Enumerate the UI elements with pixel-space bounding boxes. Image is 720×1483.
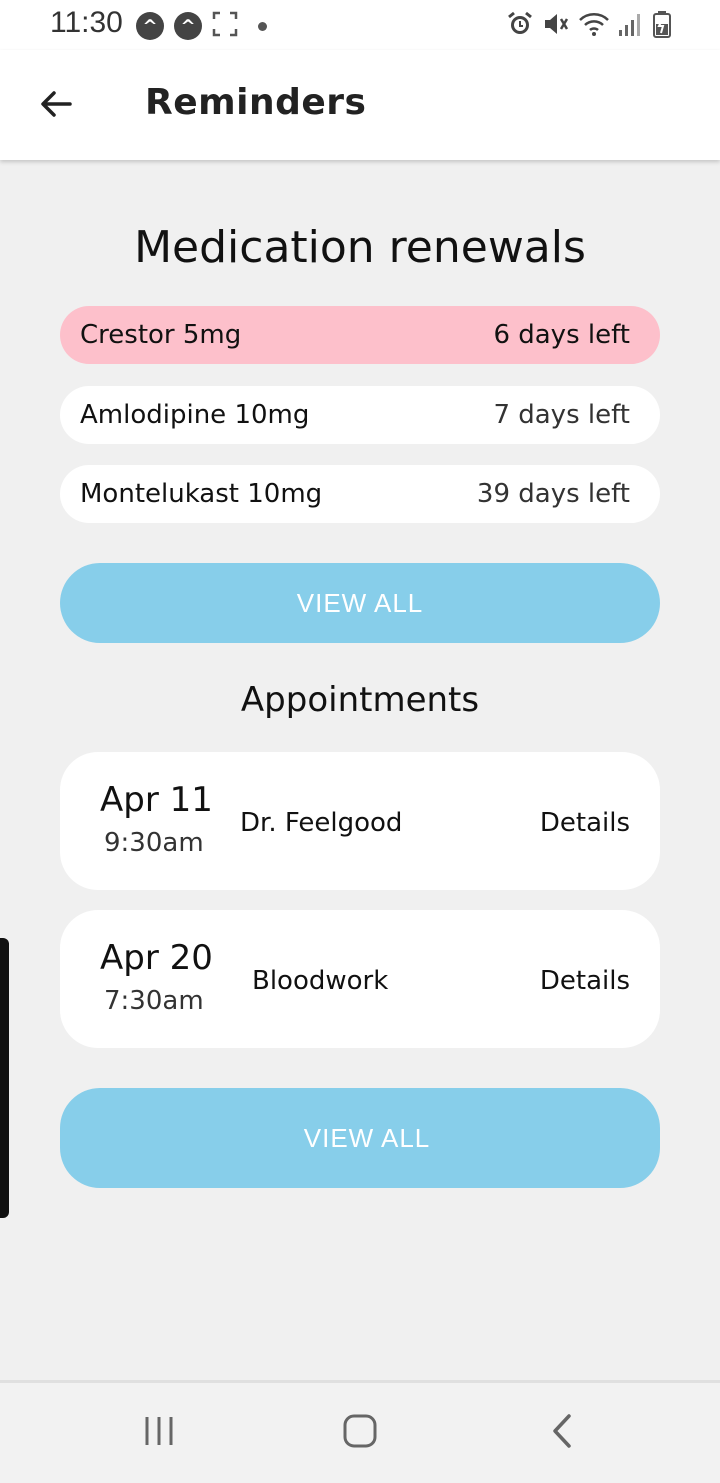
- appointment-date: Apr 20: [100, 938, 213, 978]
- renewal-row[interactable]: Montelukast 10mg 39 days left: [60, 465, 660, 523]
- home-icon: [342, 1413, 378, 1453]
- a-badge-icon: ^: [174, 12, 202, 40]
- days-left: 6 days left: [493, 320, 630, 350]
- alarm-icon: [506, 10, 534, 42]
- details-link[interactable]: Details: [540, 808, 630, 838]
- app-bar: Reminders: [0, 50, 720, 160]
- dot-icon: [258, 21, 267, 31]
- status-bar: 11:30 ^ ^: [0, 0, 720, 50]
- appointment-date: Apr 11: [100, 780, 213, 820]
- system-nav-bar: [0, 1380, 720, 1483]
- medication-name: Amlodipine 10mg: [80, 400, 310, 430]
- renewal-row[interactable]: Amlodipine 10mg 7 days left: [60, 386, 660, 444]
- medication-name: Crestor 5mg: [80, 320, 242, 350]
- status-time: 11:30: [50, 6, 123, 39]
- renewals-title: Medication renewals: [134, 222, 586, 273]
- appointments-title: Appointments: [240, 680, 480, 720]
- home-button[interactable]: [340, 1413, 380, 1453]
- screenshot-icon: [212, 11, 238, 41]
- back-nav-icon: [547, 1413, 577, 1453]
- wifi-icon: [578, 10, 610, 42]
- signal-icon: [618, 10, 644, 42]
- view-all-renewals-button[interactable]: VIEW ALL: [60, 563, 660, 643]
- appointment-description: Bloodwork: [252, 966, 389, 996]
- appointment-card[interactable]: Apr 11 9:30am Dr. Feelgood Details: [60, 752, 660, 890]
- a-badge-icon: ^: [136, 12, 164, 40]
- arrow-left-icon: [36, 84, 76, 128]
- back-button[interactable]: [30, 80, 82, 132]
- battery-icon: [652, 10, 672, 42]
- appointment-time: 7:30am: [104, 986, 204, 1016]
- days-left: 39 days left: [476, 479, 630, 509]
- mute-icon: [542, 10, 570, 42]
- view-all-appointments-button[interactable]: VIEW ALL: [60, 1088, 660, 1188]
- recents-button[interactable]: [139, 1413, 179, 1453]
- medication-name: Montelukast 10mg: [80, 479, 323, 509]
- page-title: Reminders: [145, 82, 367, 123]
- edge-panel-handle[interactable]: [0, 938, 9, 1218]
- days-left: 7 days left: [493, 400, 630, 430]
- appointment-card[interactable]: Apr 20 7:30am Bloodwork Details: [60, 910, 660, 1048]
- appointment-description: Dr. Feelgood: [240, 808, 403, 838]
- details-link[interactable]: Details: [540, 966, 630, 996]
- nav-back-button[interactable]: [542, 1413, 582, 1453]
- renewal-row[interactable]: Crestor 5mg 6 days left: [60, 306, 660, 364]
- appointment-time: 9:30am: [104, 828, 204, 858]
- recents-icon: [142, 1414, 176, 1452]
